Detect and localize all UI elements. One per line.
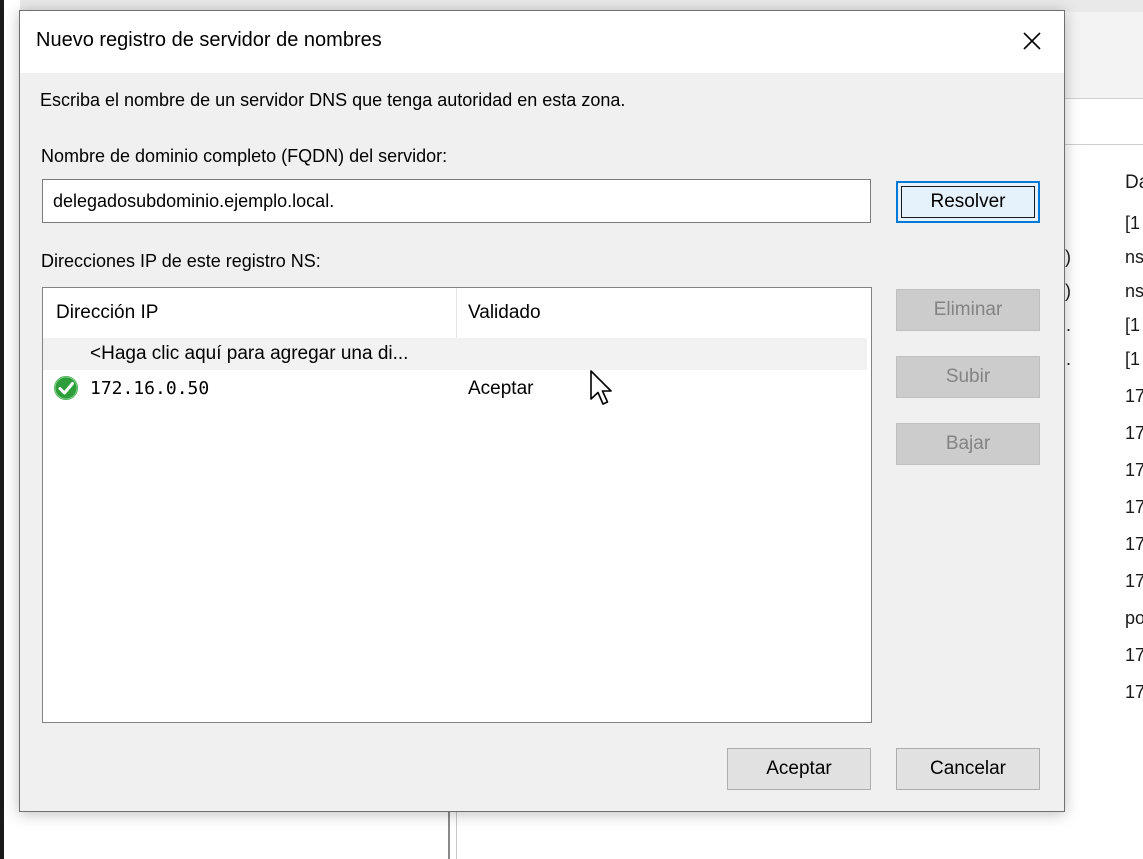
add-ip-placeholder: <Haga clic aquí para agregar una di... bbox=[90, 343, 409, 364]
add-ip-row[interactable]: <Haga clic aquí para agregar una di... bbox=[43, 338, 867, 370]
background-record-data: ns bbox=[1125, 247, 1143, 267]
list-item[interactable]: 172.16.0.50 Aceptar bbox=[43, 372, 867, 406]
new-ns-record-dialog: Nuevo registro de servidor de nombres Es… bbox=[19, 10, 1065, 812]
fqdn-input[interactable] bbox=[42, 179, 871, 223]
list-header: Dirección IP Validado bbox=[43, 288, 867, 338]
background-record-data: 17 bbox=[1125, 571, 1143, 591]
background-record-data: [1 bbox=[1125, 349, 1141, 369]
dialog-title-bar[interactable]: Nuevo registro de servidor de nombres bbox=[20, 11, 1064, 73]
background-left-edge bbox=[0, 0, 20, 859]
ip-section-label: Direcciones IP de este registro NS: bbox=[41, 251, 321, 271]
column-divider[interactable] bbox=[456, 288, 457, 338]
background-record-data: 17 bbox=[1125, 423, 1143, 443]
ip-address-value: 172.16.0.50 bbox=[90, 378, 210, 399]
resolve-button-label: Resolver bbox=[901, 186, 1035, 218]
cancel-button[interactable]: Cancelar bbox=[896, 748, 1040, 790]
check-ok-icon bbox=[54, 376, 78, 400]
background-pane-splitter[interactable] bbox=[448, 812, 457, 859]
ip-address-list[interactable]: Dirección IP Validado <Haga clic aquí pa… bbox=[42, 287, 872, 723]
move-up-button[interactable]: Subir bbox=[896, 356, 1040, 398]
background-record-data: [1 bbox=[1125, 213, 1141, 233]
resolve-button[interactable]: Resolver bbox=[896, 181, 1040, 223]
background-tab-strip bbox=[1063, 98, 1143, 145]
background-record-data: 17 bbox=[1125, 386, 1143, 406]
ok-button[interactable]: Aceptar bbox=[727, 748, 871, 790]
fqdn-label: Nombre de dominio completo (FQDN) del se… bbox=[41, 146, 448, 166]
background-record-data: 17 bbox=[1125, 460, 1143, 480]
background-record-data: 17 bbox=[1125, 645, 1143, 665]
delete-button[interactable]: Eliminar bbox=[896, 289, 1040, 331]
background-record-data: [1 bbox=[1125, 315, 1141, 335]
background-record-data: ns bbox=[1125, 281, 1143, 301]
mouse-pointer-icon bbox=[590, 370, 612, 405]
background-record-data: 17 bbox=[1125, 682, 1143, 702]
background-record-data: 17 bbox=[1125, 497, 1143, 517]
background-data-column-label: Da bbox=[1125, 172, 1143, 193]
column-header-ip[interactable]: Dirección IP bbox=[56, 302, 158, 324]
column-header-validated[interactable]: Validado bbox=[468, 302, 541, 324]
background-record-data: po bbox=[1125, 608, 1143, 628]
background-record-data: 17 bbox=[1125, 534, 1143, 554]
move-down-button[interactable]: Bajar bbox=[896, 423, 1040, 465]
dialog-title: Nuevo registro de servidor de nombres bbox=[36, 29, 382, 51]
instruction-text: Escriba el nombre de un servidor DNS que… bbox=[40, 90, 626, 110]
close-icon bbox=[1023, 32, 1041, 50]
close-button[interactable] bbox=[1010, 21, 1054, 61]
validated-status: Aceptar bbox=[468, 378, 534, 399]
background-data-column-header[interactable]: Da bbox=[1063, 160, 1143, 200]
